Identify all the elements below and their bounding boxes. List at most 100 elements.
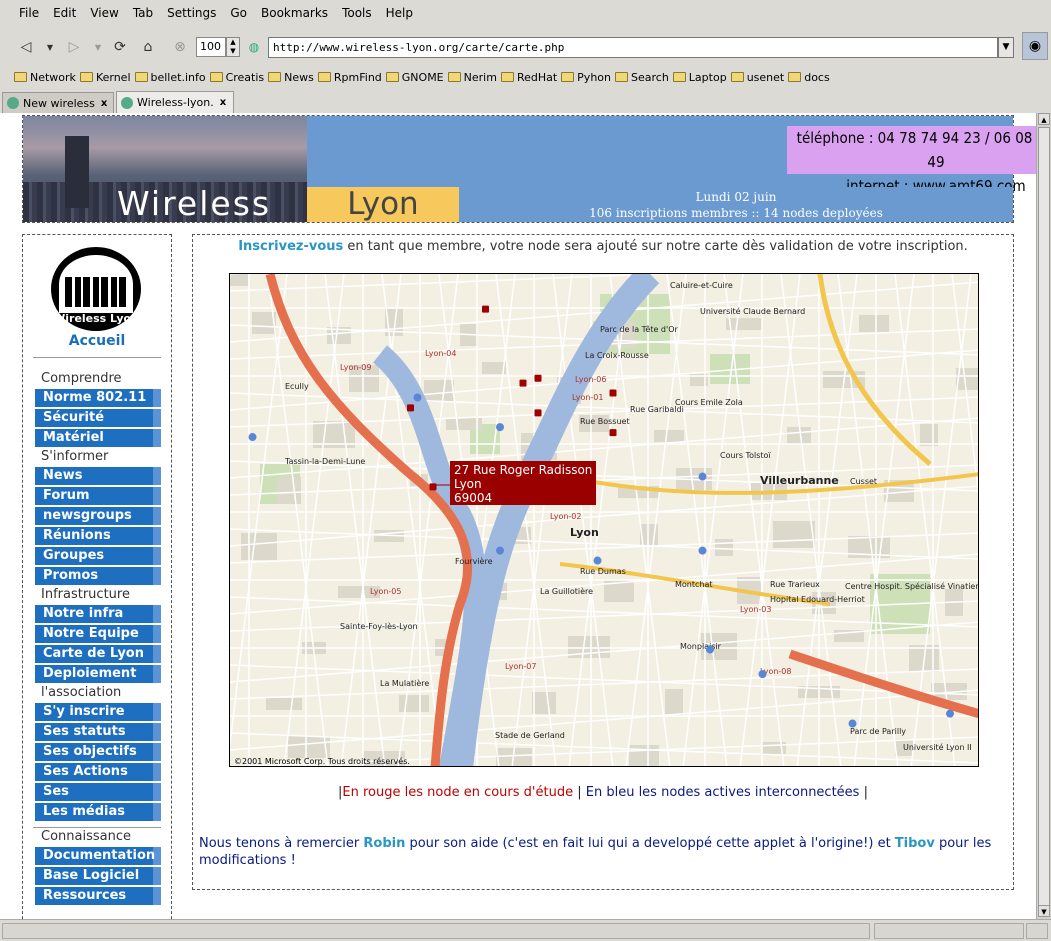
menu-file[interactable]: File [12,0,46,26]
reload-icon[interactable]: ⟳ [110,37,130,57]
red-node-marker[interactable] [519,379,527,387]
wireless-lyon-logo[interactable]: Wireless Lyon [51,247,141,331]
menu-go[interactable]: Go [223,0,254,26]
banner-lyon-text: Lyon [307,187,459,222]
menu-tab[interactable]: Tab [126,0,160,26]
menu-settings[interactable]: Settings [160,0,223,26]
bookmark-gnome[interactable]: GNOME [385,70,444,84]
sidebar-item-mat-riel[interactable]: Matériel [35,429,161,447]
tab-label: Wireless-lyon. [137,96,214,109]
folder-icon [134,72,148,82]
bookmark-label: GNOME [401,70,444,84]
city-block [532,692,556,714]
bookmark-network[interactable]: Network [14,71,76,84]
blue-node-marker[interactable] [946,709,954,718]
scroll-up-icon[interactable]: ▲ [1038,113,1050,125]
forward-dropdown-icon[interactable]: ▼ [88,37,108,57]
sidebar-item-r-unions[interactable]: Réunions [35,527,161,545]
tibov-link[interactable]: Tibov [895,836,935,851]
tab-wireless-lyon[interactable]: Wireless-lyon. x [116,91,234,113]
bookmark-kernel[interactable]: Kernel [79,71,131,84]
throbber-icon[interactable]: ◉ [1022,32,1048,60]
home-link[interactable]: Accueil [23,333,171,349]
sidebar-item-groupes[interactable]: Groupes [35,547,161,565]
back-icon[interactable]: ◁ [16,37,36,57]
menu-tools[interactable]: Tools [335,0,379,26]
tab-new-wireless[interactable]: New wireless x [2,92,114,113]
red-node-marker[interactable] [534,409,542,417]
url-dropdown-icon[interactable]: ▼ [998,37,1014,58]
sidebar-item-deploiement[interactable]: Deploiement [35,665,161,683]
sidebar-item-promos[interactable]: Promos [35,567,161,585]
sidebar-item-les-m-dias[interactable]: Les médias [35,803,161,821]
red-node-marker[interactable] [609,389,617,397]
sidebar-item-s-curit-[interactable]: Sécurité [35,409,161,427]
bookmark-rpmfind[interactable]: RpmFind [317,71,382,84]
bookmark-docs[interactable]: docs [788,71,830,84]
menu-edit[interactable]: Edit [46,0,83,26]
red-node-marker[interactable] [429,483,437,491]
vertical-scrollbar[interactable]: ▲ ▼ [1036,113,1051,919]
close-icon[interactable]: x [101,98,107,109]
blue-node-marker[interactable] [496,546,504,555]
red-node-marker[interactable] [609,429,617,437]
lyon-map[interactable]: Caluire-et-Cuire Université Claude Bernar… [229,273,979,767]
sidebar-item-ses-objectifs[interactable]: Ses objectifs [35,743,161,761]
sidebar-item-documentation[interactable]: Documentation [35,847,161,865]
forward-icon[interactable]: ▷ [64,37,84,57]
bookmark-laptop[interactable]: Laptop [672,70,727,84]
thanks-part: Nous tenons à remercier [199,836,364,851]
url-input[interactable]: http://www.wireless-lyon.org/carte/carte… [268,37,998,58]
blue-node-marker[interactable] [413,393,422,402]
bookmark-usenet[interactable]: usenet [730,71,784,84]
map-canvas[interactable]: Caluire-et-Cuire Université Claude Bernar… [230,274,979,767]
close-icon[interactable]: x [220,97,226,108]
blue-node-marker[interactable] [706,645,714,654]
sidebar-item-carte-de-lyon[interactable]: Carte de Lyon [35,645,161,663]
bookmark-pyhon[interactable]: Pyhon [561,71,611,84]
zoom-spinner[interactable]: ▲ ▼ [226,37,240,57]
sidebar-item-base-logiciel[interactable]: Base Logiciel [35,867,161,885]
blue-node-marker[interactable] [848,719,857,728]
zoom-input[interactable]: 100 [196,37,226,57]
sidebar-item-norme-802-11[interactable]: Norme 802.11 [35,389,161,407]
red-node-marker[interactable] [482,305,489,313]
blue-node-marker[interactable] [758,670,767,679]
sidebar-item-s-y-inscrire[interactable]: S'y inscrire [35,703,161,721]
sidebar-item-ses-statuts[interactable]: Ses statuts [35,723,161,741]
home-icon[interactable]: ⌂ [138,37,158,57]
bookmark-redhat[interactable]: RedHat [500,70,558,84]
red-node-marker[interactable] [534,374,542,382]
blue-node-marker[interactable] [248,433,257,442]
blue-node-marker[interactable] [698,472,707,481]
sidebar-item-ses-actions[interactable]: Ses Actions [35,763,161,781]
robin-link[interactable]: Robin [363,836,405,851]
sidebar-item-ses-partenaires[interactable]: Ses partenaires [35,783,161,817]
blue-node-marker[interactable] [496,423,504,432]
back-dropdown-icon[interactable]: ▼ [40,37,60,57]
stop-icon[interactable]: ⊗ [170,37,190,57]
menu-view[interactable]: View [83,0,125,26]
bookmark-label: Laptop [688,70,727,84]
map-label: La Guillotière [540,586,593,596]
signup-link[interactable]: Inscrivez-vous [238,239,343,254]
blue-node-marker[interactable] [698,546,707,555]
sidebar-item-news[interactable]: News [35,467,161,485]
bookmark-search[interactable]: Search [615,71,669,84]
red-node-marker[interactable] [407,404,414,412]
sidebar-item-notre-infra[interactable]: Notre infra [35,605,161,623]
scroll-down-icon[interactable]: ▼ [1038,905,1050,917]
scroll-thumb[interactable] [1038,127,1050,907]
menu-bookmarks[interactable]: Bookmarks [254,0,335,26]
bookmark-nerim[interactable]: Nerim [447,71,497,84]
menu-help[interactable]: Help [379,0,420,26]
sidebar-item-newsgroups[interactable]: newsgroups [35,507,161,525]
sidebar-item-ressources[interactable]: Ressources [35,887,161,905]
bookmark-news[interactable]: News [268,71,314,84]
blue-node-marker[interactable] [593,556,602,565]
bookmark-label: RedHat [516,70,558,84]
bookmark-creatis[interactable]: Creatis [209,71,264,84]
sidebar-item-forum[interactable]: Forum [35,487,161,505]
sidebar-item-notre-equipe[interactable]: Notre Equipe [35,625,161,643]
bookmark-bellet-info[interactable]: bellet.info [134,71,206,84]
